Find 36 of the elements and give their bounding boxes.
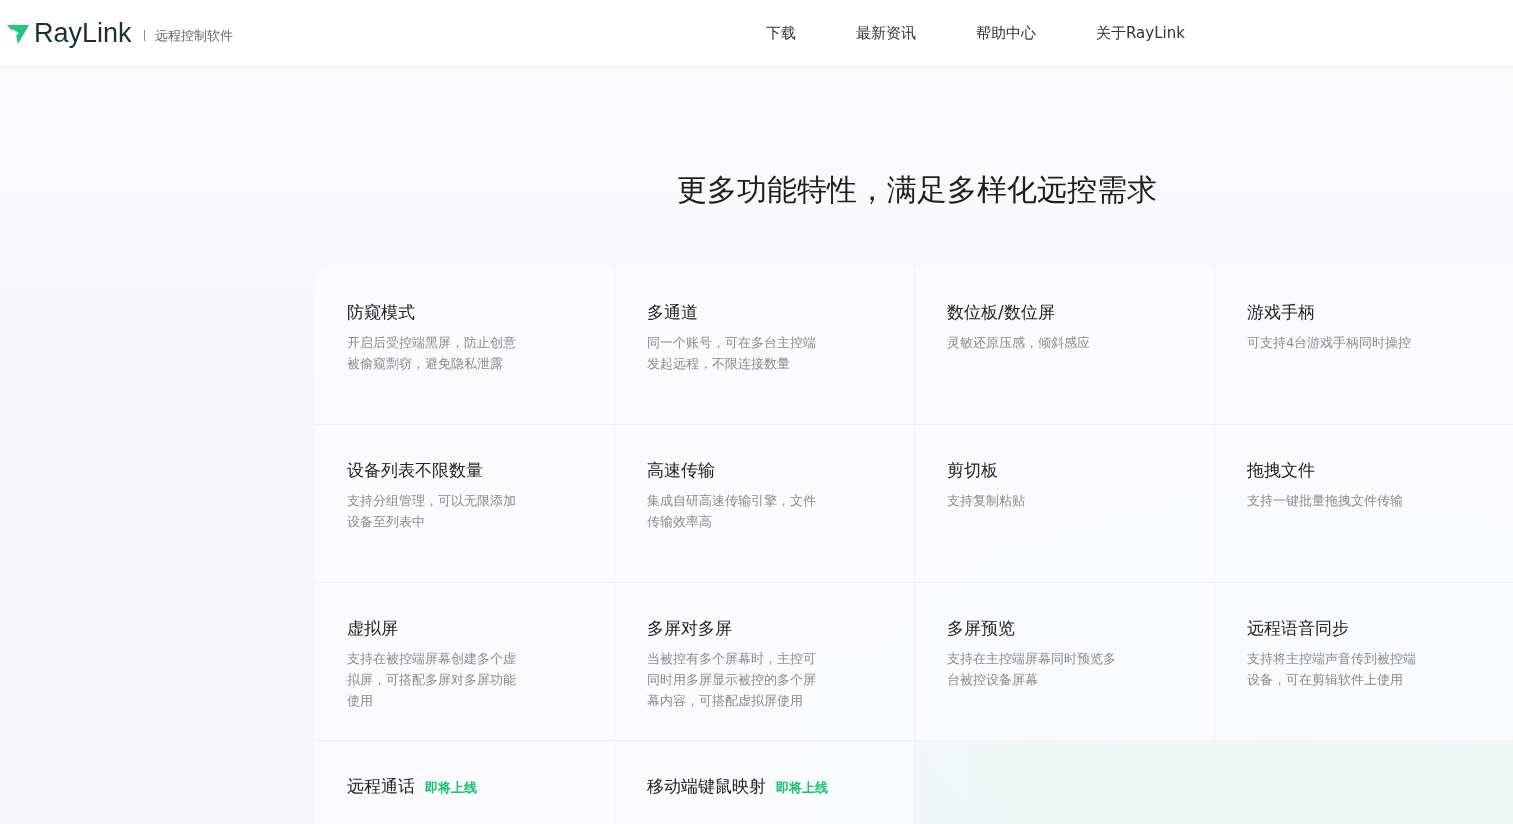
feature-title: 远程语音同步 (1247, 617, 1349, 640)
feature-title: 移动端键鼠映射 (647, 775, 766, 798)
coming-soon-label: 即将上线 (776, 779, 828, 797)
feature-description: 可支持4台游戏手柄同时操控 (1247, 334, 1413, 352)
feature-description: 支持复制粘贴 (947, 492, 1026, 510)
nav-link[interactable]: 下载 (766, 24, 796, 43)
feature-description: 支持在主控端屏幕同时预览多 台被控设备屏幕 (947, 650, 1117, 689)
feature-description: 支持将主控端声音传到被控端 设备，可在剪辑软件上使用 (1247, 650, 1417, 689)
coming-soon-label: 即将上线 (425, 779, 477, 797)
feature-title: 剪切板 (947, 459, 998, 482)
nav-link[interactable]: 关于RayLink (1096, 24, 1185, 43)
feature-description: 支持分组管理，可以无限添加 设备至列表中 (347, 492, 517, 531)
feature-title: 多屏预览 (947, 617, 1015, 640)
feature-description: 开启后受控端黑屏，防止创意 被偷窥剽窃，避免隐私泄露 (347, 334, 517, 373)
feature-title: 设备列表不限数量 (347, 459, 483, 482)
feature-title: 多通道 (647, 301, 698, 324)
feature-description: 同一个账号，可在多台主控端 发起远程，不限连接数量 (647, 334, 817, 373)
tagline: 远程控制软件 (154, 26, 233, 45)
feature-title: 数位板/数位屏 (947, 301, 1055, 324)
feature-title: 高速传输 (647, 459, 715, 482)
section-title: 更多功能特性，满足多样化远控需求 (675, 171, 1158, 209)
feature-title: 拖拽文件 (1247, 459, 1315, 482)
feature-description: 当被控有多个屏幕时，主控可 同时用多屏显示被控的多个屏 幕内容，可搭配虚拟屏使用 (647, 650, 817, 710)
logo-icon (6, 22, 30, 45)
feature-title: 防窥模式 (347, 301, 415, 324)
feature-description: 支持在被控端屏幕创建多个虚 拟屏，可搭配多屏对多屏功能 使用 (347, 650, 517, 710)
feature-title: 游戏手柄 (1247, 301, 1315, 324)
feature-title: 多屏对多屏 (647, 617, 732, 640)
nav-link[interactable]: 帮助中心 (976, 24, 1036, 43)
feature-title: 虚拟屏 (347, 617, 398, 640)
nav-link[interactable]: 最新资讯 (856, 24, 916, 43)
feature-description: 支持一键批量拖拽文件传输 (1247, 492, 1404, 510)
feature-title: 远程通话 (347, 775, 415, 798)
feature-description: 集成自研高速传输引擎，文件 传输效率高 (647, 492, 817, 531)
logo-text: RayLink (34, 18, 132, 49)
feature-description: 灵敏还原压感，倾斜感应 (947, 334, 1091, 352)
